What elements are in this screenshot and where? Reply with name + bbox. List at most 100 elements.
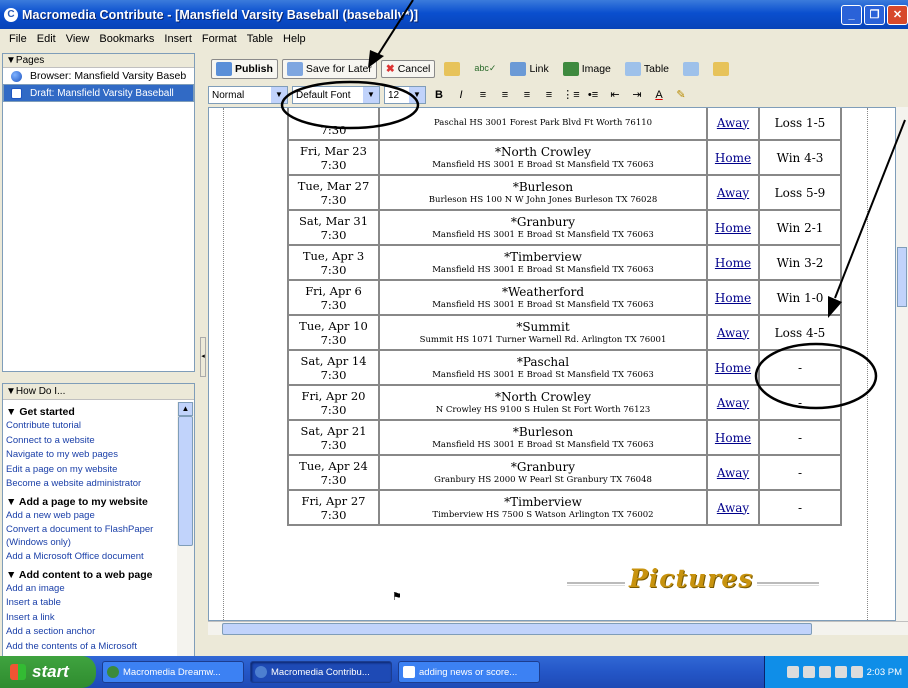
result-cell[interactable]: Win 2-1: [758, 209, 842, 246]
venue-link[interactable]: Home: [706, 349, 760, 386]
menu-insert[interactable]: Insert: [159, 33, 197, 45]
opponent-cell[interactable]: *Timberview Timberview HS 7500 S Watson A…: [378, 489, 708, 526]
pages-panel-header[interactable]: ▼Pages: [3, 54, 194, 68]
date-cell[interactable]: Fri, Mar 23 7:30: [287, 139, 380, 176]
venue-link[interactable]: Away: [706, 314, 760, 351]
menu-view[interactable]: View: [61, 33, 95, 45]
opponent-cell[interactable]: *Paschal Mansfield HS 3001 E Broad St Man…: [378, 349, 708, 386]
insert-special-button[interactable]: [708, 59, 734, 79]
bullet-list-icon[interactable]: •≡: [584, 87, 602, 103]
date-cell[interactable]: Tue, Apr 10 7:30: [287, 314, 380, 351]
task-document[interactable]: adding news or score...: [398, 661, 540, 683]
date-cell[interactable]: 7:30: [287, 108, 380, 141]
opponent-cell[interactable]: *Granbury Granbury HS 2000 W Pearl St Gra…: [378, 454, 708, 491]
link-button[interactable]: Link: [505, 59, 553, 79]
result-cell[interactable]: -: [758, 419, 842, 456]
start-button[interactable]: start: [0, 656, 96, 688]
tray-icon[interactable]: [802, 666, 815, 678]
document-scrollbar[interactable]: [896, 107, 908, 621]
network-icon[interactable]: [850, 666, 863, 678]
opponent-cell[interactable]: Paschal HS 3001 Forest Park Blvd Ft Wort…: [378, 108, 708, 141]
spell-check-button[interactable]: abc✓: [469, 60, 501, 77]
result-cell[interactable]: Win 1-0: [758, 279, 842, 316]
help-link[interactable]: Connect to a website: [3, 434, 175, 449]
close-icon[interactable]: ✕: [887, 5, 908, 25]
help-link[interactable]: Add a new web page: [3, 509, 175, 524]
text-color-icon[interactable]: A: [650, 87, 668, 103]
date-cell[interactable]: Sat, Apr 14 7:30: [287, 349, 380, 386]
result-cell[interactable]: -: [758, 384, 842, 421]
venue-link[interactable]: Home: [706, 209, 760, 246]
opponent-cell[interactable]: *Weatherford Mansfield HS 3001 E Broad St…: [378, 279, 708, 316]
scroll-thumb[interactable]: [178, 416, 193, 546]
result-cell[interactable]: Win 4-3: [758, 139, 842, 176]
date-cell[interactable]: Fri, Apr 6 7:30: [287, 279, 380, 316]
help-link[interactable]: Edit a page on my website: [3, 463, 175, 478]
italic-button[interactable]: I: [452, 87, 470, 103]
size-select[interactable]: 12 ▼: [384, 86, 426, 104]
table-button[interactable]: Table: [620, 59, 674, 79]
scroll-up-icon[interactable]: ▲: [178, 402, 193, 416]
venue-link[interactable]: Away: [706, 108, 760, 141]
venue-link[interactable]: Home: [706, 419, 760, 456]
group-add-page[interactable]: ▼ Add a page to my website: [3, 495, 175, 509]
tray-icon[interactable]: [818, 666, 831, 678]
result-cell[interactable]: Win 3-2: [758, 244, 842, 281]
align-right-icon[interactable]: ≡: [518, 87, 536, 103]
result-cell[interactable]: Loss 5-9: [758, 174, 842, 211]
tray-icon[interactable]: [786, 666, 799, 678]
opponent-cell[interactable]: *Burleson Mansfield HS 3001 E Broad St Ma…: [378, 419, 708, 456]
align-center-icon[interactable]: ≡: [496, 87, 514, 103]
result-cell[interactable]: -: [758, 454, 842, 491]
cancel-button[interactable]: ✖ Cancel: [380, 59, 436, 78]
help-link[interactable]: Add a Microsoft Office document: [3, 550, 175, 565]
help-link[interactable]: Become a website administrator: [3, 477, 175, 492]
result-cell[interactable]: -: [758, 349, 842, 386]
image-button[interactable]: Image: [558, 59, 616, 79]
task-contribute[interactable]: Macromedia Contribu...: [250, 661, 392, 683]
undo-button[interactable]: [439, 59, 465, 79]
result-cell[interactable]: Loss 4-5: [758, 314, 842, 351]
style-select[interactable]: Normal ▼: [208, 86, 288, 104]
how-do-i-scrollbar[interactable]: ▲ ▼: [177, 402, 194, 688]
numbered-list-icon[interactable]: ⋮≡: [562, 87, 580, 103]
help-link[interactable]: Convert a document to FlashPaper (Window…: [3, 523, 175, 550]
restore-icon[interactable]: ❐: [864, 5, 885, 25]
menu-file[interactable]: File: [4, 33, 32, 45]
opponent-cell[interactable]: *Granbury Mansfield HS 3001 E Broad St Ma…: [378, 209, 708, 246]
document-area[interactable]: 7:30 Paschal HS 3001 Forest Park Blvd Ft …: [208, 107, 896, 621]
result-cell[interactable]: -: [758, 489, 842, 526]
date-cell[interactable]: Tue, Apr 3 7:30: [287, 244, 380, 281]
menu-edit[interactable]: Edit: [32, 33, 61, 45]
anchor-flag-icon[interactable]: ⚑: [392, 590, 402, 603]
menu-table[interactable]: Table: [242, 33, 278, 45]
tray-icon[interactable]: [834, 666, 847, 678]
opponent-cell[interactable]: *Timberview Mansfield HS 3001 E Broad St …: [378, 244, 708, 281]
date-cell[interactable]: Fri, Apr 20 7:30: [287, 384, 380, 421]
opponent-cell[interactable]: *Burleson Burleson HS 100 N W John Jones …: [378, 174, 708, 211]
date-cell[interactable]: Tue, Apr 24 7:30: [287, 454, 380, 491]
date-cell[interactable]: Fri, Apr 27 7:30: [287, 489, 380, 526]
group-get-started[interactable]: ▼ Get started: [3, 405, 175, 419]
venue-link[interactable]: Away: [706, 489, 760, 526]
venue-link[interactable]: Away: [706, 384, 760, 421]
result-cell[interactable]: Loss 1-5: [758, 108, 842, 141]
opponent-cell[interactable]: *North Crowley Mansfield HS 3001 E Broad …: [378, 139, 708, 176]
date-cell[interactable]: Sat, Apr 21 7:30: [287, 419, 380, 456]
save-for-later-button[interactable]: Save for Later: [281, 58, 377, 79]
clock[interactable]: 2:03 PM: [867, 667, 902, 678]
menu-bookmarks[interactable]: Bookmarks: [94, 33, 159, 45]
venue-link[interactable]: Home: [706, 244, 760, 281]
pages-item-draft[interactable]: Draft: Mansfield Varsity Baseball: [3, 84, 194, 102]
publish-button[interactable]: Publish: [211, 58, 278, 79]
how-do-i-header[interactable]: ▼How Do I...: [3, 384, 194, 400]
help-link[interactable]: Add a section anchor: [3, 625, 175, 640]
opponent-cell[interactable]: *Summit Summit HS 1071 Turner Warnell Rd.…: [378, 314, 708, 351]
date-cell[interactable]: Sat, Mar 31 7:30: [287, 209, 380, 246]
help-link[interactable]: Contribute tutorial: [3, 419, 175, 434]
help-link[interactable]: Add an image: [3, 582, 175, 597]
venue-link[interactable]: Home: [706, 279, 760, 316]
venue-link[interactable]: Away: [706, 174, 760, 211]
scroll-thumb[interactable]: [222, 623, 812, 635]
opponent-cell[interactable]: *North Crowley N Crowley HS 9100 S Hulen …: [378, 384, 708, 421]
